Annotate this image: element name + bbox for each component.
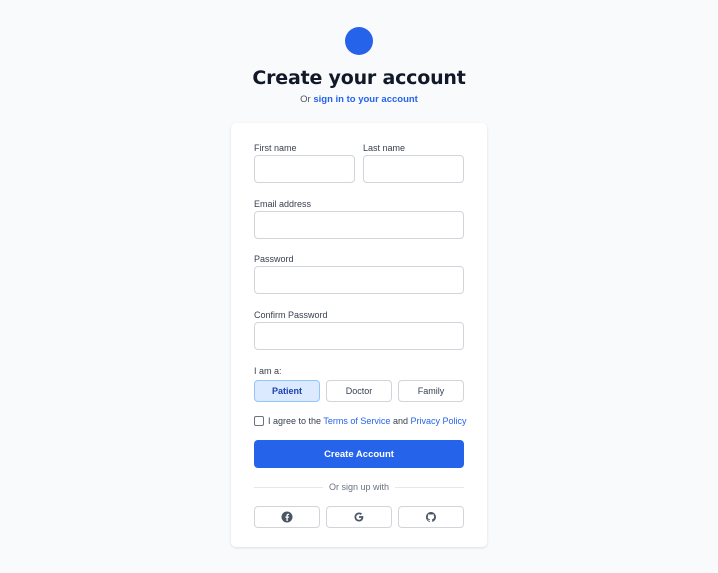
signin-link[interactable]: sign in to your account: [313, 94, 418, 105]
divider: Or sign up with: [231, 482, 487, 492]
last-name-input[interactable]: [363, 155, 464, 183]
facebook-icon: [281, 511, 293, 523]
github-icon: [426, 512, 436, 522]
role-patient-button[interactable]: Patient: [254, 380, 320, 402]
last-name-label: Last name: [363, 143, 406, 153]
email-input[interactable]: [254, 211, 464, 239]
agree-checkbox[interactable]: [254, 416, 264, 426]
password-label: Password: [254, 254, 294, 264]
google-icon: [354, 512, 364, 522]
agree-text: I agree to the Terms of Service and Priv…: [268, 416, 467, 426]
email-label: Email address: [254, 199, 312, 209]
divider-text: Or sign up with: [322, 482, 396, 492]
signup-card: First name Last name Email address Passw…: [231, 123, 487, 547]
role-doctor-button[interactable]: Doctor: [326, 380, 392, 402]
page-subtitle: Or sign in to your account: [0, 94, 718, 105]
role-family-button[interactable]: Family: [398, 380, 464, 402]
confirm-password-label: Confirm Password: [254, 310, 328, 320]
password-input[interactable]: [254, 266, 464, 294]
first-name-input[interactable]: [254, 155, 355, 183]
app-logo: [345, 27, 373, 55]
first-name-label: First name: [254, 143, 297, 153]
privacy-link[interactable]: Privacy Policy: [410, 416, 466, 426]
subtitle-prefix: Or: [300, 94, 311, 105]
agree-and: and: [392, 416, 408, 426]
page-title: Create your account: [252, 67, 466, 89]
google-signup-button[interactable]: [326, 506, 392, 528]
terms-link[interactable]: Terms of Service: [323, 416, 390, 426]
github-signup-button[interactable]: [398, 506, 464, 528]
role-label: I am a:: [254, 366, 282, 376]
agree-prefix: I agree to the: [268, 416, 322, 426]
confirm-password-input[interactable]: [254, 322, 464, 350]
facebook-signup-button[interactable]: [254, 506, 320, 528]
create-account-button[interactable]: Create Account: [254, 440, 464, 468]
